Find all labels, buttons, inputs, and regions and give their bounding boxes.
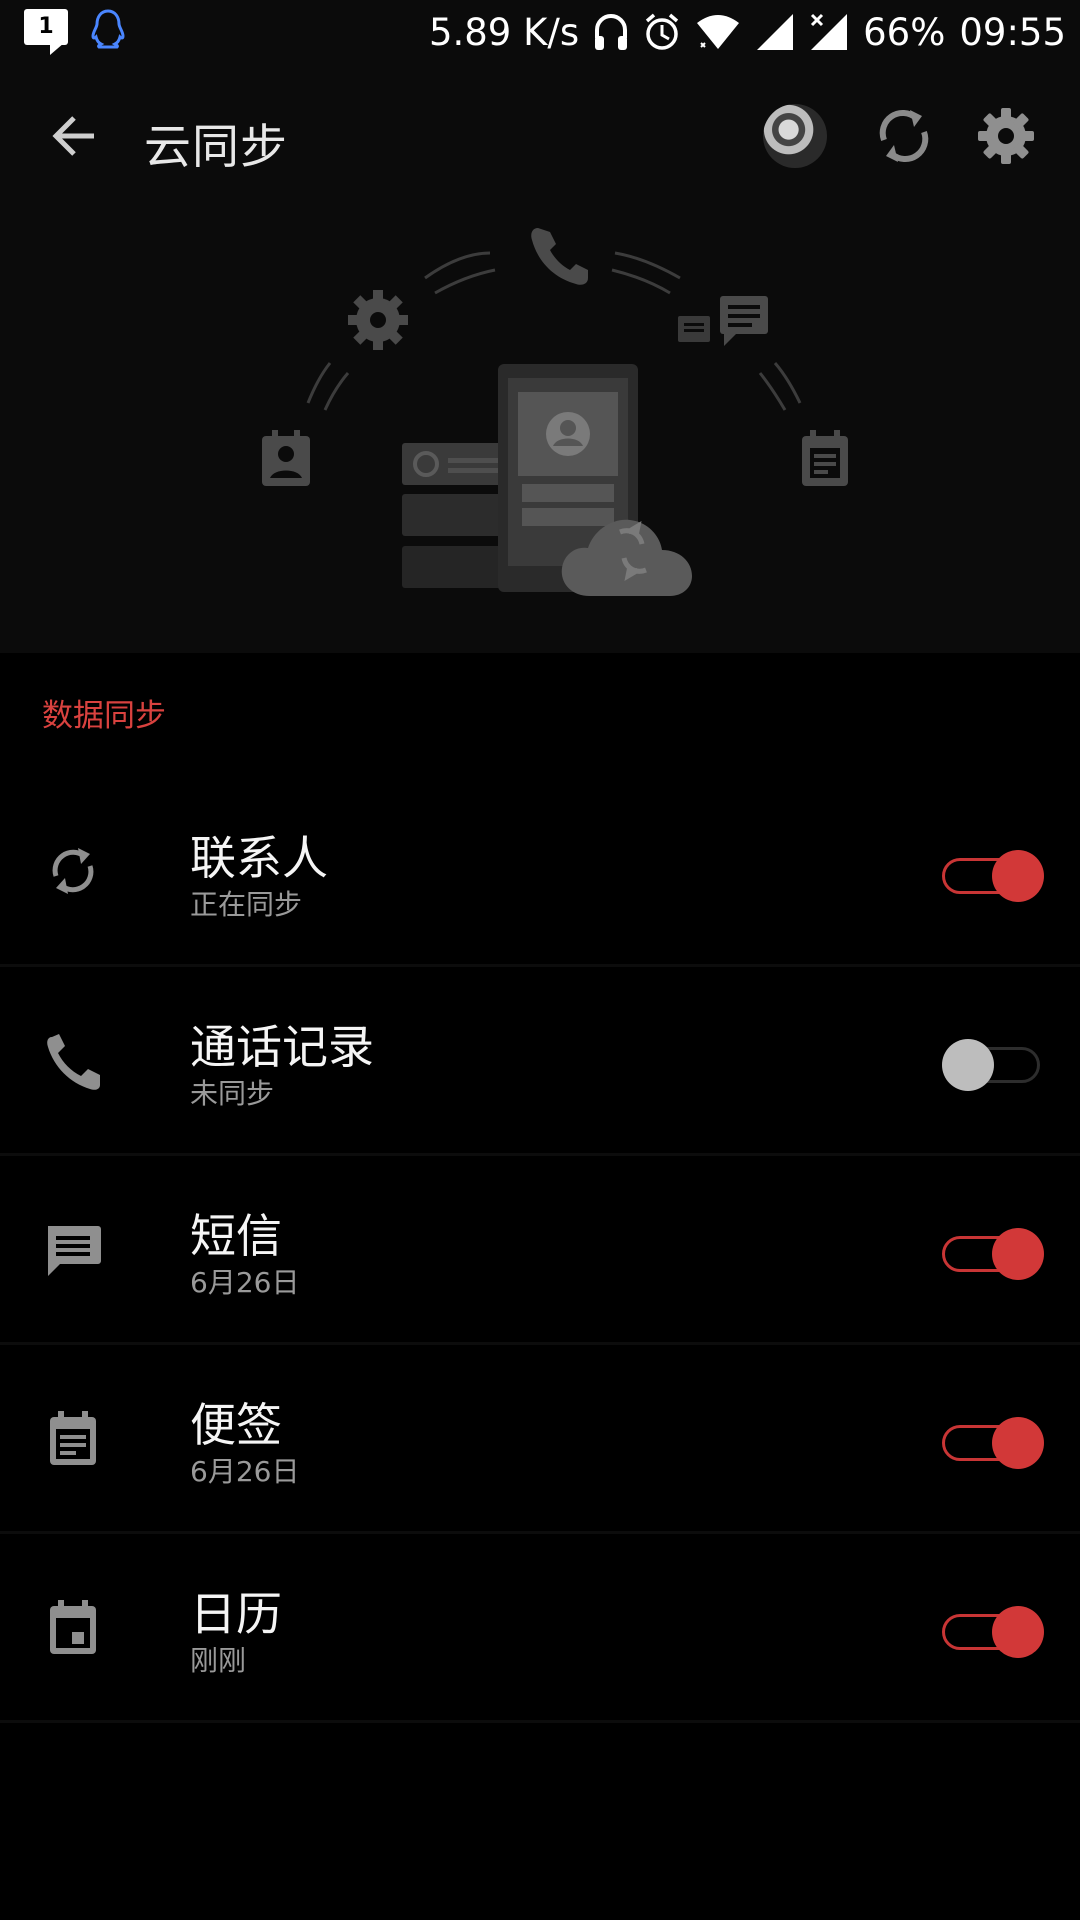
network-speed: 5.89 K/s (428, 10, 580, 54)
item-subtitle: 6月26日 (190, 1266, 300, 1299)
page-title: 云同步 (144, 120, 288, 175)
gear-icon[interactable] (972, 102, 1040, 170)
sync-item-sms[interactable]: 短信 6月26日 (0, 1156, 1080, 1345)
item-subtitle: 6月26日 (190, 1455, 300, 1488)
notification-badge-icon: 1 (24, 9, 70, 55)
signal-icon (757, 14, 794, 50)
battery-level: 66% (863, 10, 946, 54)
item-subtitle: 正在同步 (190, 888, 303, 921)
note-icon (50, 1411, 96, 1465)
clock: 09:55 (959, 10, 1066, 54)
message-illustration-icon (678, 296, 768, 346)
toggle-calendar[interactable] (942, 1606, 1044, 1658)
item-title: 日历 (190, 1587, 282, 1641)
note-illustration-icon (802, 430, 848, 486)
contacts-illustration-icon (262, 430, 310, 486)
toggle-contacts[interactable] (942, 850, 1044, 902)
item-title: 短信 (190, 1209, 282, 1263)
item-subtitle: 未同步 (190, 1077, 275, 1110)
toggle-call-log[interactable] (942, 1039, 1040, 1091)
item-title: 通话记录 (190, 1020, 374, 1074)
sync-item-call-log[interactable]: 通话记录 未同步 (0, 967, 1080, 1156)
message-icon (48, 1226, 101, 1276)
calendar-icon (50, 1600, 96, 1654)
phone-illustration-icon (531, 228, 588, 285)
section-header: 数据同步 (42, 698, 166, 734)
status-bar: 1 5.89 K/s 66% 09:55 (0, 0, 1080, 64)
app-bar: 云同步 (0, 64, 1080, 208)
signal-no-sim-icon (811, 13, 848, 50)
sync-button[interactable] (870, 102, 938, 170)
sync-icon (52, 848, 94, 894)
headphones-icon (595, 14, 628, 50)
notification-count: 1 (38, 14, 54, 39)
back-arrow-icon[interactable] (44, 106, 104, 166)
alarm-icon (645, 13, 679, 50)
toggle-sms[interactable] (942, 1228, 1044, 1280)
cloud-sync-illustration (262, 228, 848, 596)
item-title: 联系人 (190, 831, 328, 885)
sync-item-contacts[interactable]: 联系人 正在同步 (0, 778, 1080, 967)
qq-penguin-icon (91, 9, 125, 49)
wifi-icon (697, 15, 740, 49)
hero-illustration (0, 208, 1080, 653)
avatar[interactable] (763, 104, 827, 168)
sync-item-calendar[interactable]: 日历 刚刚 (0, 1534, 1080, 1723)
sync-item-notes[interactable]: 便签 6月26日 (0, 1345, 1080, 1534)
sync-item-list: 联系人 正在同步 通话记录 未同步 短信 6月26日 便签 6月26日 日历 刚… (0, 778, 1080, 1723)
gear-illustration-icon (348, 290, 408, 350)
toggle-notes[interactable] (942, 1417, 1044, 1469)
phone-icon (47, 1034, 100, 1090)
item-subtitle: 刚刚 (190, 1644, 247, 1677)
item-title: 便签 (190, 1398, 282, 1452)
